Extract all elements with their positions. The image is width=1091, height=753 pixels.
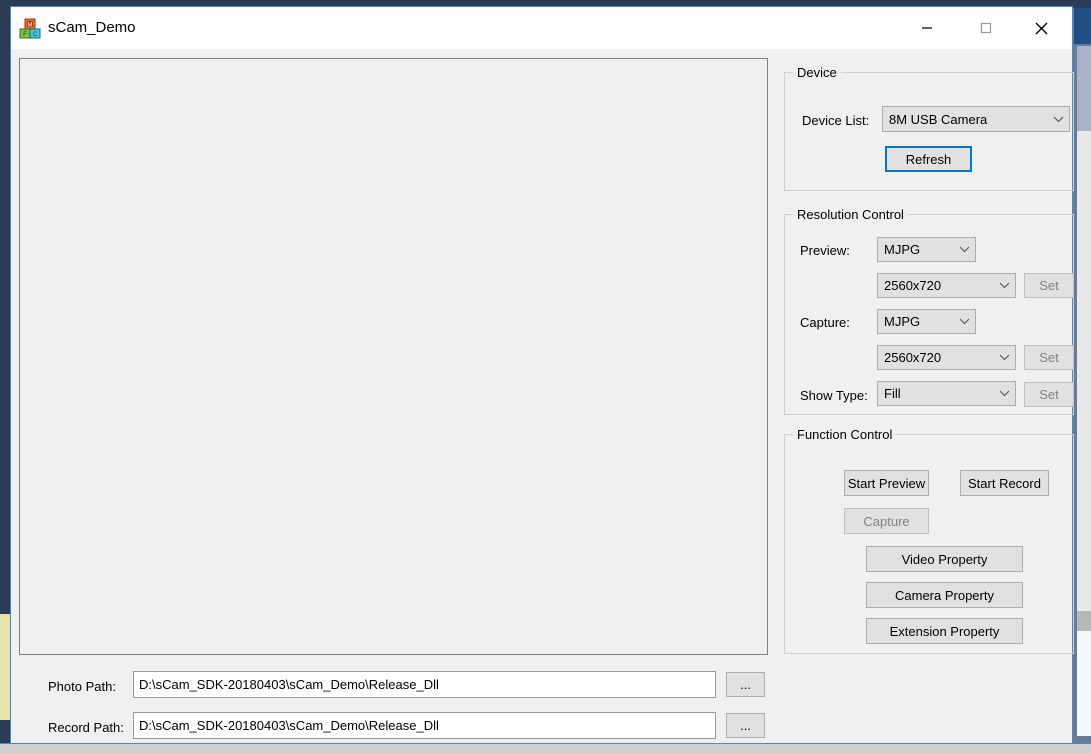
chevron-down-icon	[953, 318, 975, 325]
background-window-body	[1077, 131, 1091, 611]
show-type-set-button[interactable]: Set	[1024, 382, 1074, 407]
maximize-button[interactable]	[963, 7, 1009, 49]
camera-property-button[interactable]: Camera Property	[866, 582, 1023, 608]
minimize-button[interactable]	[904, 7, 950, 49]
svg-text:F: F	[23, 32, 27, 38]
preview-set-button[interactable]: Set	[1024, 273, 1074, 298]
photo-path-label: Photo Path:	[48, 679, 116, 694]
minimize-icon	[922, 27, 932, 29]
capture-format-value: MJPG	[884, 314, 921, 329]
function-control-group-title: Function Control	[793, 427, 897, 442]
taskbar[interactable]	[0, 744, 1091, 753]
photo-path-input[interactable]: D:\sCam_SDK-20180403\sCam_Demo\Release_D…	[133, 671, 716, 698]
preview-resolution-combobox[interactable]: 2560x720	[877, 273, 1016, 298]
video-property-button[interactable]: Video Property	[866, 546, 1023, 572]
chevron-down-icon	[1047, 116, 1069, 123]
video-preview-area[interactable]	[19, 58, 768, 655]
scam-demo-window: M F C sCam_Demo Device Device List: 8M U…	[10, 6, 1074, 744]
extension-property-button[interactable]: Extension Property	[866, 618, 1023, 644]
photo-path-browse-button[interactable]: ...	[726, 672, 765, 697]
close-button[interactable]	[1018, 7, 1064, 49]
chevron-down-icon	[993, 390, 1015, 397]
capture-format-combobox[interactable]: MJPG	[877, 309, 976, 334]
screen: M F C sCam_Demo Device Device List: 8M U…	[0, 0, 1091, 753]
background-window-body-lower	[1077, 631, 1091, 736]
device-list-value: 8M USB Camera	[889, 111, 988, 127]
close-icon	[1035, 22, 1047, 34]
chevron-down-icon	[953, 246, 975, 253]
start-preview-button[interactable]: Start Preview	[844, 470, 929, 496]
device-list-label: Device List:	[802, 113, 870, 128]
capture-button[interactable]: Capture	[844, 508, 929, 534]
show-type-combobox[interactable]: Fill	[877, 381, 1016, 406]
start-record-button[interactable]: Start Record	[960, 470, 1049, 496]
capture-label: Capture:	[800, 315, 850, 330]
capture-resolution-combobox[interactable]: 2560x720	[877, 345, 1016, 370]
show-type-label: Show Type:	[800, 388, 868, 403]
preview-format-value: MJPG	[884, 242, 921, 257]
window-title: sCam_Demo	[48, 19, 136, 36]
svg-text:C: C	[33, 32, 38, 38]
refresh-button[interactable]: Refresh	[885, 146, 972, 172]
chevron-down-icon	[993, 354, 1015, 361]
chevron-down-icon	[993, 282, 1015, 289]
record-path-browse-button[interactable]: ...	[726, 713, 765, 738]
capture-set-button[interactable]: Set	[1024, 345, 1074, 370]
preview-resolution-value: 2560x720	[884, 278, 942, 293]
show-type-value: Fill	[884, 386, 901, 401]
svg-text:M: M	[28, 23, 33, 29]
device-list-combobox[interactable]: 8M USB Camera	[882, 106, 1070, 132]
blocks-icon: M F C	[18, 16, 42, 40]
device-group-title: Device	[793, 65, 841, 80]
record-path-input[interactable]: D:\sCam_SDK-20180403\sCam_Demo\Release_D…	[133, 712, 716, 739]
preview-label: Preview:	[800, 243, 850, 258]
record-path-label: Record Path:	[48, 720, 124, 735]
background-window-titlebar	[1074, 8, 1091, 44]
titlebar[interactable]: M F C sCam_Demo	[11, 7, 1072, 49]
preview-format-combobox[interactable]: MJPG	[877, 237, 976, 262]
background-window-body-upper	[1077, 46, 1091, 131]
maximize-icon	[980, 22, 992, 34]
capture-resolution-value: 2560x720	[884, 350, 942, 365]
resolution-control-group-title: Resolution Control	[793, 207, 908, 222]
background-window-divider	[1077, 611, 1091, 631]
